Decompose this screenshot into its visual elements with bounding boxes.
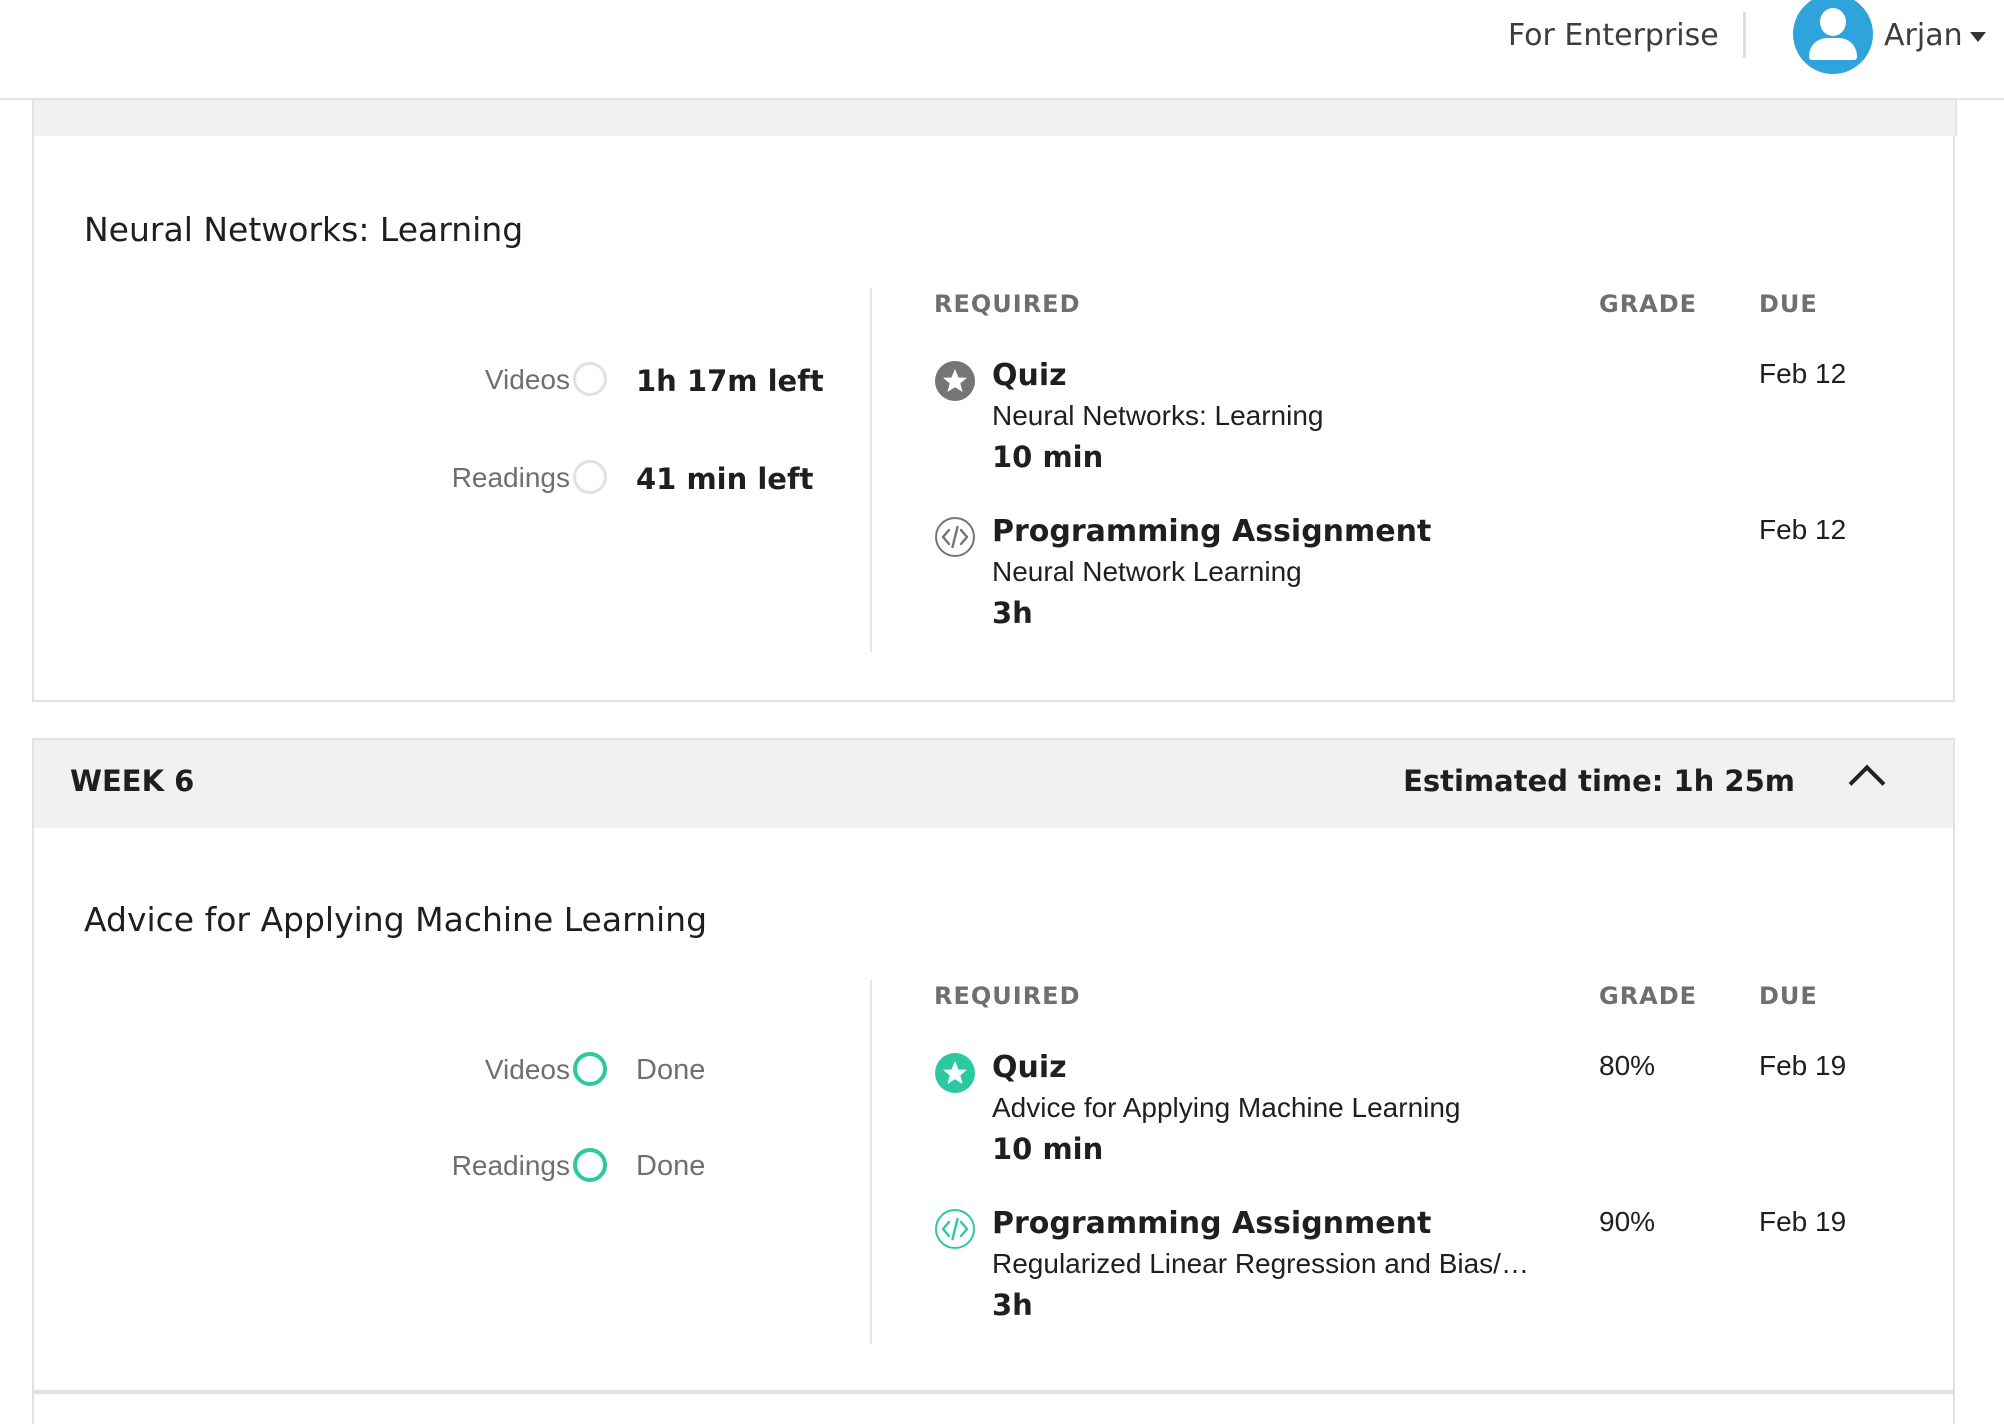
assignment-row[interactable]: Programming Assignment Neural Network Le… [34,514,1953,654]
code-icon [935,1209,975,1249]
star-icon [935,361,975,401]
assignment-due-date: Feb 12 [1759,358,1847,389]
lesson-title: Advice for Applying Machine Learning [84,900,708,939]
for-enterprise-link[interactable]: For Enterprise [1508,18,1719,53]
code-icon [935,517,975,557]
assignment-grade: 90% [1599,1206,1656,1237]
assignment-type[interactable]: Quiz [992,1050,1067,1085]
next-section-edge [32,1392,1955,1424]
week-5-lesson-card: Neural Networks: Learning Videos 1h 17m … [32,136,1955,702]
column-header-due: DUE [1759,982,1818,1010]
week-6-header[interactable]: WEEK 6 Estimated time: 1h 25m [32,738,1955,830]
assignment-grade: 80% [1599,1050,1656,1081]
chevron-up-icon[interactable] [1848,764,1886,802]
assignment-row[interactable]: Quiz Advice for Applying Machine Learnin… [34,1050,1953,1190]
nav-divider [1743,12,1746,58]
assignment-row[interactable]: Programming Assignment Regularized Linea… [34,1206,1953,1346]
assignment-type[interactable]: Programming Assignment [992,1206,1431,1241]
chevron-down-icon[interactable] [1970,32,1986,42]
column-header-grade: GRADE [1599,982,1698,1010]
assignment-name[interactable]: Advice for Applying Machine Learning [992,1092,1461,1124]
assignment-name[interactable]: Neural Networks: Learning [992,400,1324,432]
assignment-row[interactable]: Quiz Neural Networks: Learning 10 min Fe… [34,358,1953,498]
assignment-duration: 10 min [992,1132,1104,1166]
column-header-due: DUE [1759,290,1818,318]
lesson-title: Neural Networks: Learning [84,210,524,249]
assignment-duration: 3h [992,596,1033,630]
user-avatar-icon[interactable] [1793,0,1873,74]
top-navigation-bar: For Enterprise Arjan [0,0,2004,100]
assignment-type[interactable]: Quiz [992,358,1067,393]
week-label: WEEK 6 [70,764,195,798]
assignment-name[interactable]: Neural Network Learning [992,556,1302,588]
assignment-duration: 3h [992,1288,1033,1322]
star-icon [935,1053,975,1093]
estimated-time: Estimated time: 1h 25m [1403,764,1795,798]
assignment-due-date: Feb 19 [1759,1206,1847,1237]
assignment-name[interactable]: Regularized Linear Regression and Bias/… [992,1248,1529,1280]
column-header-grade: GRADE [1599,290,1698,318]
week-header-strip [32,98,1957,136]
assignment-type[interactable]: Programming Assignment [992,514,1431,549]
assignment-due-date: Feb 19 [1759,1050,1847,1081]
week-6-lesson-card: Advice for Applying Machine Learning Vid… [32,828,1955,1392]
column-header-required: REQUIRED [934,982,1081,1010]
column-header-required: REQUIRED [934,290,1081,318]
assignment-due-date: Feb 12 [1759,514,1847,545]
user-name[interactable]: Arjan [1884,18,1963,53]
assignment-duration: 10 min [992,440,1104,474]
